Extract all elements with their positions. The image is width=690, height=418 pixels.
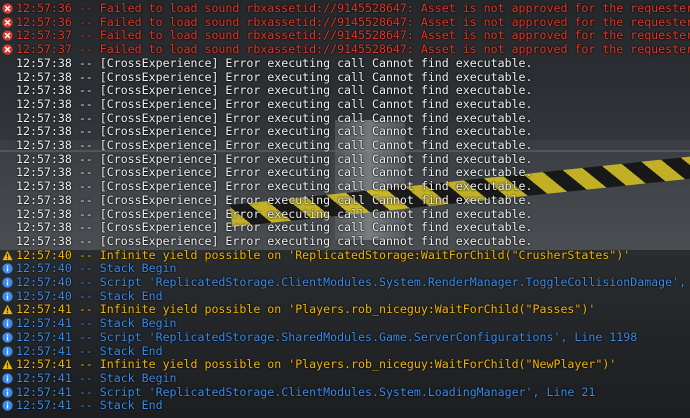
log-line: 12:57:40 -- Script 'ReplicatedStorage.Cl… xyxy=(0,276,690,290)
warning-icon xyxy=(2,250,13,261)
log-line: 12:57:36 -- Failed to load sound rbxasse… xyxy=(0,16,690,30)
log-line: 12:57:40 -- Stack Begin xyxy=(0,262,690,276)
log-line: 12:57:41 -- Script 'ReplicatedStorage.Sh… xyxy=(0,331,690,345)
log-text: 12:57:38 -- [CrossExperience] Error exec… xyxy=(16,234,533,248)
log-line: 12:57:41 -- Script 'ReplicatedStorage.Cl… xyxy=(0,386,690,400)
log-text: 12:57:38 -- [CrossExperience] Error exec… xyxy=(16,207,533,221)
log-line: 12:57:41 -- Infinite yield possible on '… xyxy=(0,303,690,317)
log-line: 12:57:38 -- [CrossExperience] Error exec… xyxy=(0,57,690,71)
log-text: 12:57:40 -- Script 'ReplicatedStorage.Cl… xyxy=(16,276,690,289)
output-console: 12:57:36 -- Failed to load sound rbxasse… xyxy=(0,0,690,418)
info-icon xyxy=(2,386,13,398)
log-text: 12:57:38 -- [CrossExperience] Error exec… xyxy=(16,97,533,111)
log-text: 12:57:37 -- Failed to load sound rbxasse… xyxy=(16,43,690,57)
log-text: 12:57:38 -- [CrossExperience] Error exec… xyxy=(16,84,533,98)
log-line: 12:57:41 -- Stack Begin xyxy=(0,372,690,386)
log-text: 12:57:40 -- Stack Begin xyxy=(16,262,177,276)
log-text: 12:57:36 -- Failed to load sound rbxasse… xyxy=(16,15,690,29)
log-text: 12:57:40 -- Stack End xyxy=(16,289,163,303)
error-icon xyxy=(2,30,13,42)
warning-icon xyxy=(2,304,13,315)
info-icon xyxy=(2,277,13,288)
log-text: 12:57:41 -- Script 'ReplicatedStorage.Cl… xyxy=(16,385,596,399)
log-line: 12:57:38 -- [CrossExperience] Error exec… xyxy=(0,235,690,249)
log-line: 12:57:41 -- Stack End xyxy=(0,399,690,413)
log-line: 12:57:40 -- Stack End xyxy=(0,290,690,304)
log-line: 12:57:38 -- [CrossExperience] Error exec… xyxy=(0,208,690,222)
log-text: 12:57:38 -- [CrossExperience] Error exec… xyxy=(16,111,533,125)
error-icon xyxy=(2,17,13,28)
log-text: 12:57:41 -- Infinite yield possible on '… xyxy=(16,358,617,372)
error-icon xyxy=(2,3,13,14)
log-text: 12:57:38 -- [CrossExperience] Error exec… xyxy=(16,70,533,84)
log-line: 12:57:41 -- Stack Begin xyxy=(0,317,690,331)
log-text: 12:57:38 -- [CrossExperience] Error exec… xyxy=(16,139,533,152)
log-line: 12:57:38 -- [CrossExperience] Error exec… xyxy=(0,166,690,180)
log-line: 12:57:36 -- Failed to load sound rbxasse… xyxy=(0,2,690,16)
log-text: 12:57:36 -- Failed to load sound rbxasse… xyxy=(16,2,690,15)
info-icon xyxy=(2,400,13,411)
log-line: 12:57:38 -- [CrossExperience] Error exec… xyxy=(0,194,690,208)
log-line: 12:57:38 -- [CrossExperience] Error exec… xyxy=(0,221,690,235)
log-text: 12:57:41 -- Stack Begin xyxy=(16,371,177,385)
info-icon xyxy=(2,291,13,302)
log-text: 12:57:38 -- [CrossExperience] Error exec… xyxy=(16,152,533,166)
log-text: 12:57:41 -- Infinite yield possible on '… xyxy=(16,303,596,317)
log-line: 12:57:38 -- [CrossExperience] Error exec… xyxy=(0,98,690,112)
log-line: 12:57:38 -- [CrossExperience] Error exec… xyxy=(0,153,690,167)
log-text: 12:57:38 -- [CrossExperience] Error exec… xyxy=(16,166,533,180)
log-line: 12:57:38 -- [CrossExperience] Error exec… xyxy=(0,112,690,126)
log-line: 12:57:38 -- [CrossExperience] Error exec… xyxy=(0,180,690,194)
log-text: 12:57:38 -- [CrossExperience] Error exec… xyxy=(16,125,533,139)
log-text: 12:57:41 -- Stack End xyxy=(16,344,163,358)
log-line: 12:57:38 -- [CrossExperience] Error exec… xyxy=(0,139,690,153)
info-icon xyxy=(2,318,13,329)
log-text: 12:57:38 -- [CrossExperience] Error exec… xyxy=(16,56,533,70)
log-text: 12:57:38 -- [CrossExperience] Error exec… xyxy=(16,193,533,207)
log-line: 12:57:37 -- Failed to load sound rbxasse… xyxy=(0,43,690,57)
info-icon xyxy=(2,263,13,274)
log-text: 12:57:41 -- Script 'ReplicatedStorage.Sh… xyxy=(16,330,638,344)
log-line: 12:57:38 -- [CrossExperience] Error exec… xyxy=(0,71,690,85)
info-icon xyxy=(2,332,13,343)
log-text: 12:57:41 -- Stack Begin xyxy=(16,317,177,331)
log-text: 12:57:38 -- [CrossExperience] Error exec… xyxy=(16,180,533,194)
log-text: 12:57:38 -- [CrossExperience] Error exec… xyxy=(16,221,533,235)
warning-icon xyxy=(2,359,13,370)
log-line: 12:57:41 -- Infinite yield possible on '… xyxy=(0,358,690,372)
info-icon xyxy=(2,345,13,357)
error-icon xyxy=(2,44,13,55)
log-line: 12:57:37 -- Failed to load sound rbxasse… xyxy=(0,29,690,43)
info-icon xyxy=(2,373,13,384)
log-line: 12:57:40 -- Infinite yield possible on '… xyxy=(0,249,690,263)
log-text: 12:57:37 -- Failed to load sound rbxasse… xyxy=(16,29,690,43)
log-text: 12:57:41 -- Stack End xyxy=(16,399,163,413)
log-line: 12:57:38 -- [CrossExperience] Error exec… xyxy=(0,125,690,139)
log-line: 12:57:41 -- Stack End xyxy=(0,345,690,359)
log-line: 12:57:38 -- [CrossExperience] Error exec… xyxy=(0,84,690,98)
log-text: 12:57:40 -- Infinite yield possible on '… xyxy=(16,248,631,262)
